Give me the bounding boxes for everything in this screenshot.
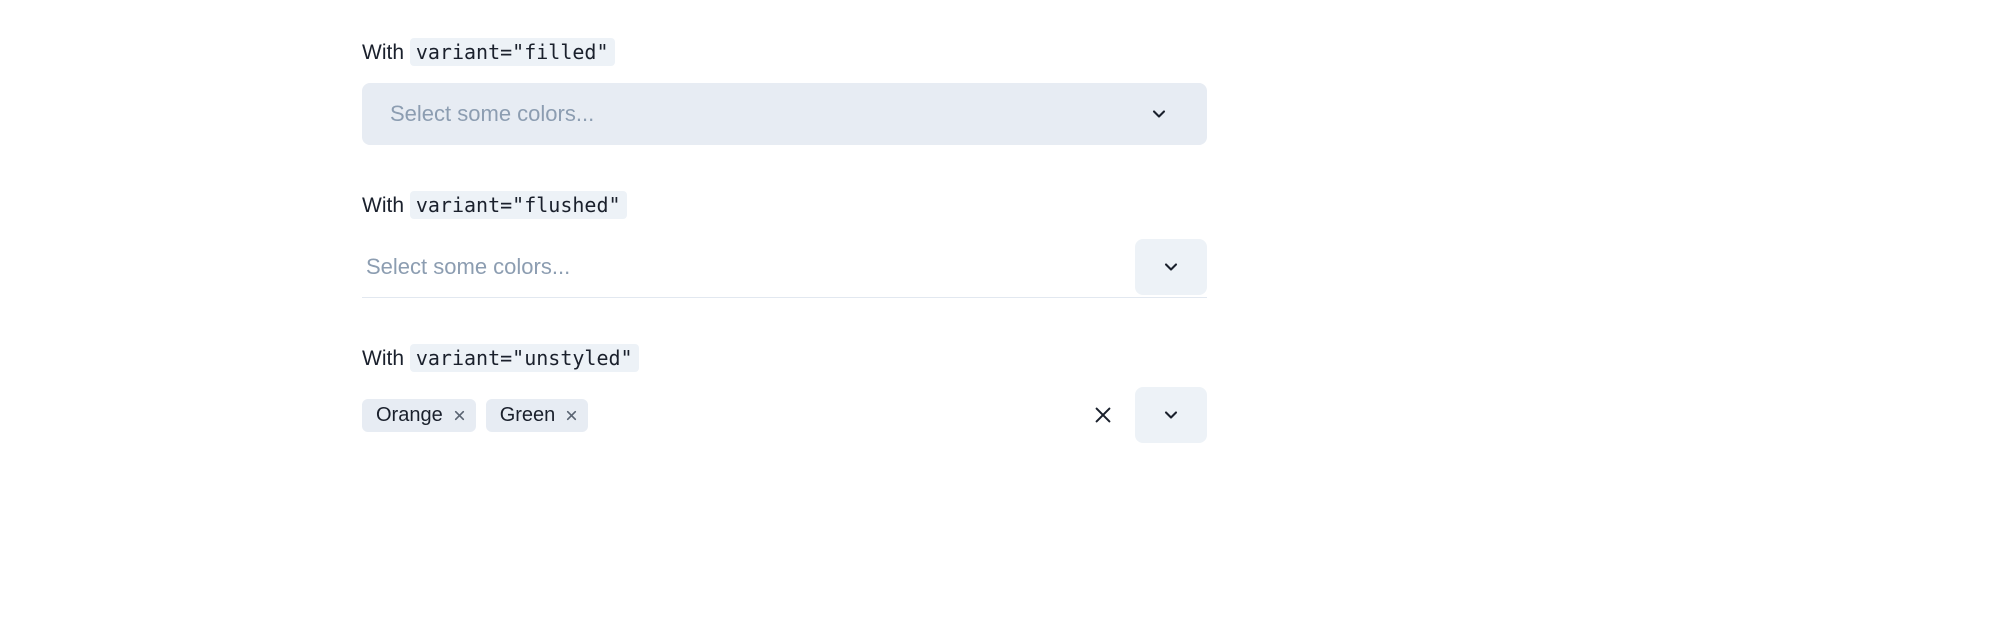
placeholder-filled: Select some colors... <box>390 101 1139 127</box>
label-filled: With variant="filled" <box>362 40 1207 65</box>
tag-label: Orange <box>376 404 443 427</box>
select-unstyled[interactable]: Orange Green <box>362 389 1207 441</box>
section-flushed: With variant="flushed" Select some color… <box>362 193 1207 298</box>
label-prefix: With <box>362 41 410 64</box>
close-icon[interactable] <box>565 409 578 422</box>
clear-all-icon[interactable] <box>1083 395 1123 435</box>
label-unstyled: With variant="unstyled" <box>362 346 1207 371</box>
code-flushed: variant="flushed" <box>410 191 627 219</box>
select-flushed[interactable]: Select some colors... <box>362 236 1207 298</box>
code-filled: variant="filled" <box>410 38 615 66</box>
tag-label: Green <box>500 404 556 427</box>
label-prefix: With <box>362 347 410 370</box>
section-unstyled: With variant="unstyled" Orange Green <box>362 346 1207 441</box>
label-prefix: With <box>362 194 410 217</box>
tag-orange: Orange <box>362 399 476 432</box>
tags-container: Orange Green <box>362 399 1083 432</box>
select-filled[interactable]: Select some colors... <box>362 83 1207 145</box>
code-unstyled: variant="unstyled" <box>410 344 639 372</box>
tag-green: Green <box>486 399 589 432</box>
section-filled: With variant="filled" Select some colors… <box>362 40 1207 145</box>
placeholder-flushed: Select some colors... <box>366 254 1135 280</box>
chevron-down-icon[interactable] <box>1135 239 1207 295</box>
close-icon[interactable] <box>453 409 466 422</box>
chevron-down-icon[interactable] <box>1135 387 1207 443</box>
chevron-down-icon[interactable] <box>1139 94 1179 134</box>
label-flushed: With variant="flushed" <box>362 193 1207 218</box>
